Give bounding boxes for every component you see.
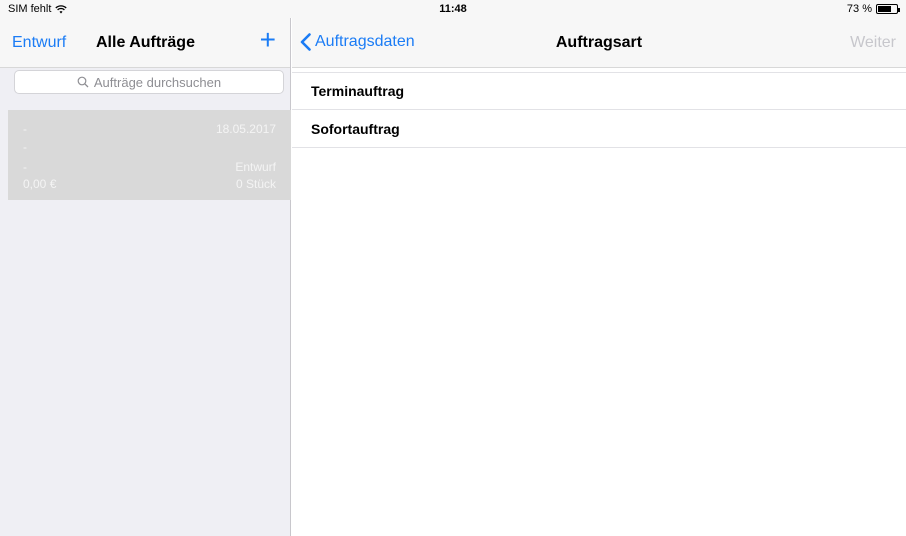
detail-navbar: Auftragsdaten Auftragsart Weiter: [292, 18, 906, 68]
search-icon: [77, 76, 89, 88]
order-subtitle: -: [23, 140, 27, 154]
master-navbar: Entwurf Alle Aufträge +: [0, 18, 290, 68]
order-date: 18.05.2017: [215, 122, 276, 136]
master-pane: Entwurf Alle Aufträge + Aufträge durchsu…: [0, 18, 291, 536]
status-right: 73 %: [846, 3, 900, 15]
order-title: -: [23, 122, 27, 136]
master-title: Alle Aufträge: [96, 34, 195, 51]
detail-title: Auftragsart: [555, 34, 643, 51]
option-termin[interactable]: Terminauftrag: [292, 72, 906, 110]
order-amount: 0,00 €: [23, 177, 57, 191]
search-placeholder: Aufträge durchsuchen: [93, 74, 222, 90]
next-button[interactable]: Weiter: [850, 34, 896, 52]
order-quantity: 0 Stück: [235, 177, 276, 191]
battery-icon: [876, 4, 900, 14]
option-sofort[interactable]: Sofortauftrag: [292, 110, 906, 148]
battery-percent: 73 %: [846, 3, 872, 15]
order-list-item[interactable]: - 18.05.2017 - - Entwurf 0,00 € 0 Stück: [8, 110, 291, 200]
order-customer: -: [23, 160, 27, 174]
search-input[interactable]: Aufträge durchsuchen: [14, 70, 284, 94]
detail-pane: Auftragsdaten Auftragsart Weiter Termina…: [292, 18, 906, 536]
order-type-list: Terminauftrag Sofortauftrag: [292, 72, 906, 148]
battery-fill: [878, 6, 892, 12]
status-time: 11:48: [439, 3, 467, 15]
status-bar: SIM fehlt 11:48 73 %: [0, 0, 906, 18]
plus-icon[interactable]: +: [260, 26, 276, 54]
order-status: Entwurf: [235, 160, 276, 174]
